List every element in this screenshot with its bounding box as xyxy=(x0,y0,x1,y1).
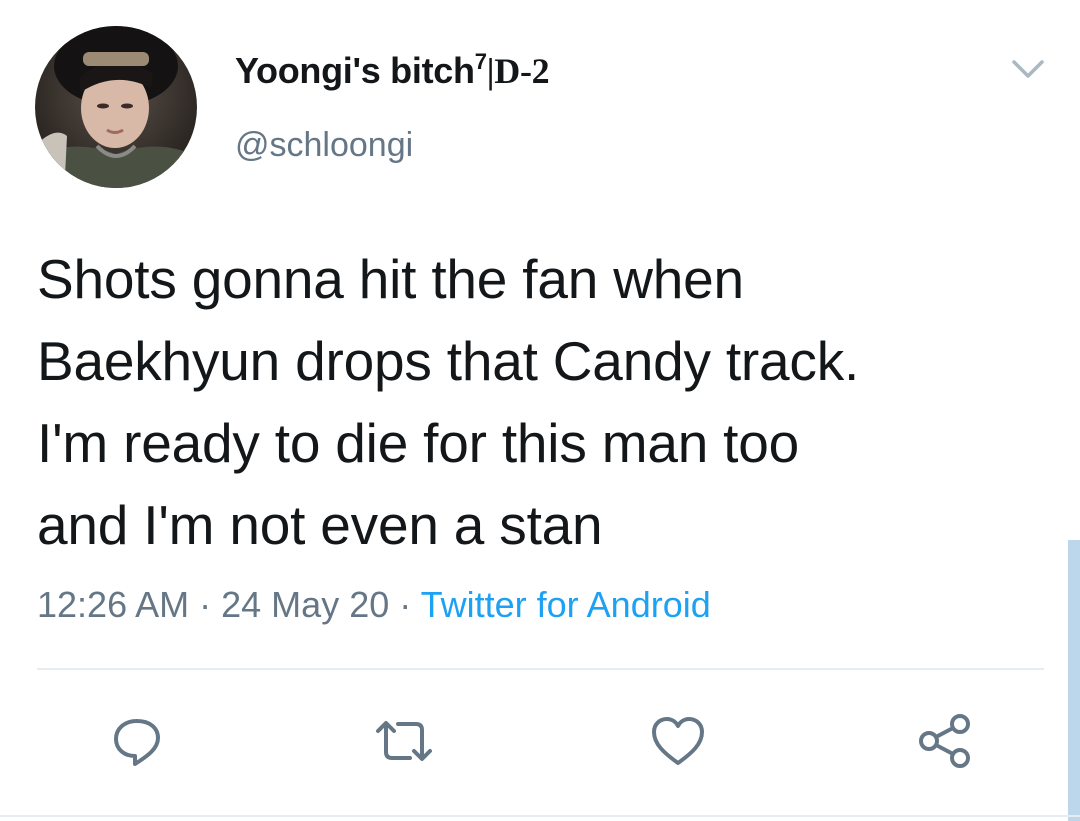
share-icon xyxy=(915,711,975,776)
display-name[interactable]: Yoongi's bitch7|D-2 xyxy=(235,49,550,92)
share-button[interactable] xyxy=(910,708,980,778)
tweet-text-line: and I'm not even a stan xyxy=(37,494,603,556)
tweet-metadata: 12:26 AM · 24 May 20 · Twitter for Andro… xyxy=(37,584,711,626)
tweet-time: 12:26 AM xyxy=(37,584,190,625)
retweet-icon xyxy=(372,712,436,775)
like-button[interactable] xyxy=(643,708,713,778)
tweet-text: Shots gonna hit the fan when Baekhyun dr… xyxy=(37,238,1047,566)
divider xyxy=(37,668,1044,670)
display-name-suffix: |D-2 xyxy=(486,51,550,91)
divider xyxy=(0,815,1080,817)
tweet-text-line: Shots gonna hit the fan when xyxy=(37,248,744,310)
user-handle[interactable]: @schloongi xyxy=(235,126,413,165)
tweet-source-link[interactable]: Twitter for Android xyxy=(421,584,711,625)
display-name-superscript: 7 xyxy=(474,49,487,74)
tweet-date: 24 May 20 xyxy=(221,584,390,625)
avatar[interactable] xyxy=(35,26,197,188)
display-name-text: Yoongi's bitch xyxy=(235,50,475,91)
meta-separator: · xyxy=(199,584,212,625)
reply-button[interactable] xyxy=(102,708,172,778)
tweet-text-line: I'm ready to die for this man too xyxy=(37,412,800,474)
action-bar xyxy=(0,708,1080,778)
tweet-detail: Yoongi's bitch7|D-2 @schloongi Shots gon… xyxy=(0,0,1080,821)
meta-separator: · xyxy=(399,584,412,625)
retweet-button[interactable] xyxy=(369,708,439,778)
reply-icon xyxy=(108,712,166,775)
heart-icon xyxy=(648,713,708,774)
chevron-down-icon[interactable] xyxy=(1010,56,1046,84)
scrollbar[interactable] xyxy=(1068,540,1080,821)
tweet-text-line: Baekhyun drops that Candy track. xyxy=(37,330,860,392)
